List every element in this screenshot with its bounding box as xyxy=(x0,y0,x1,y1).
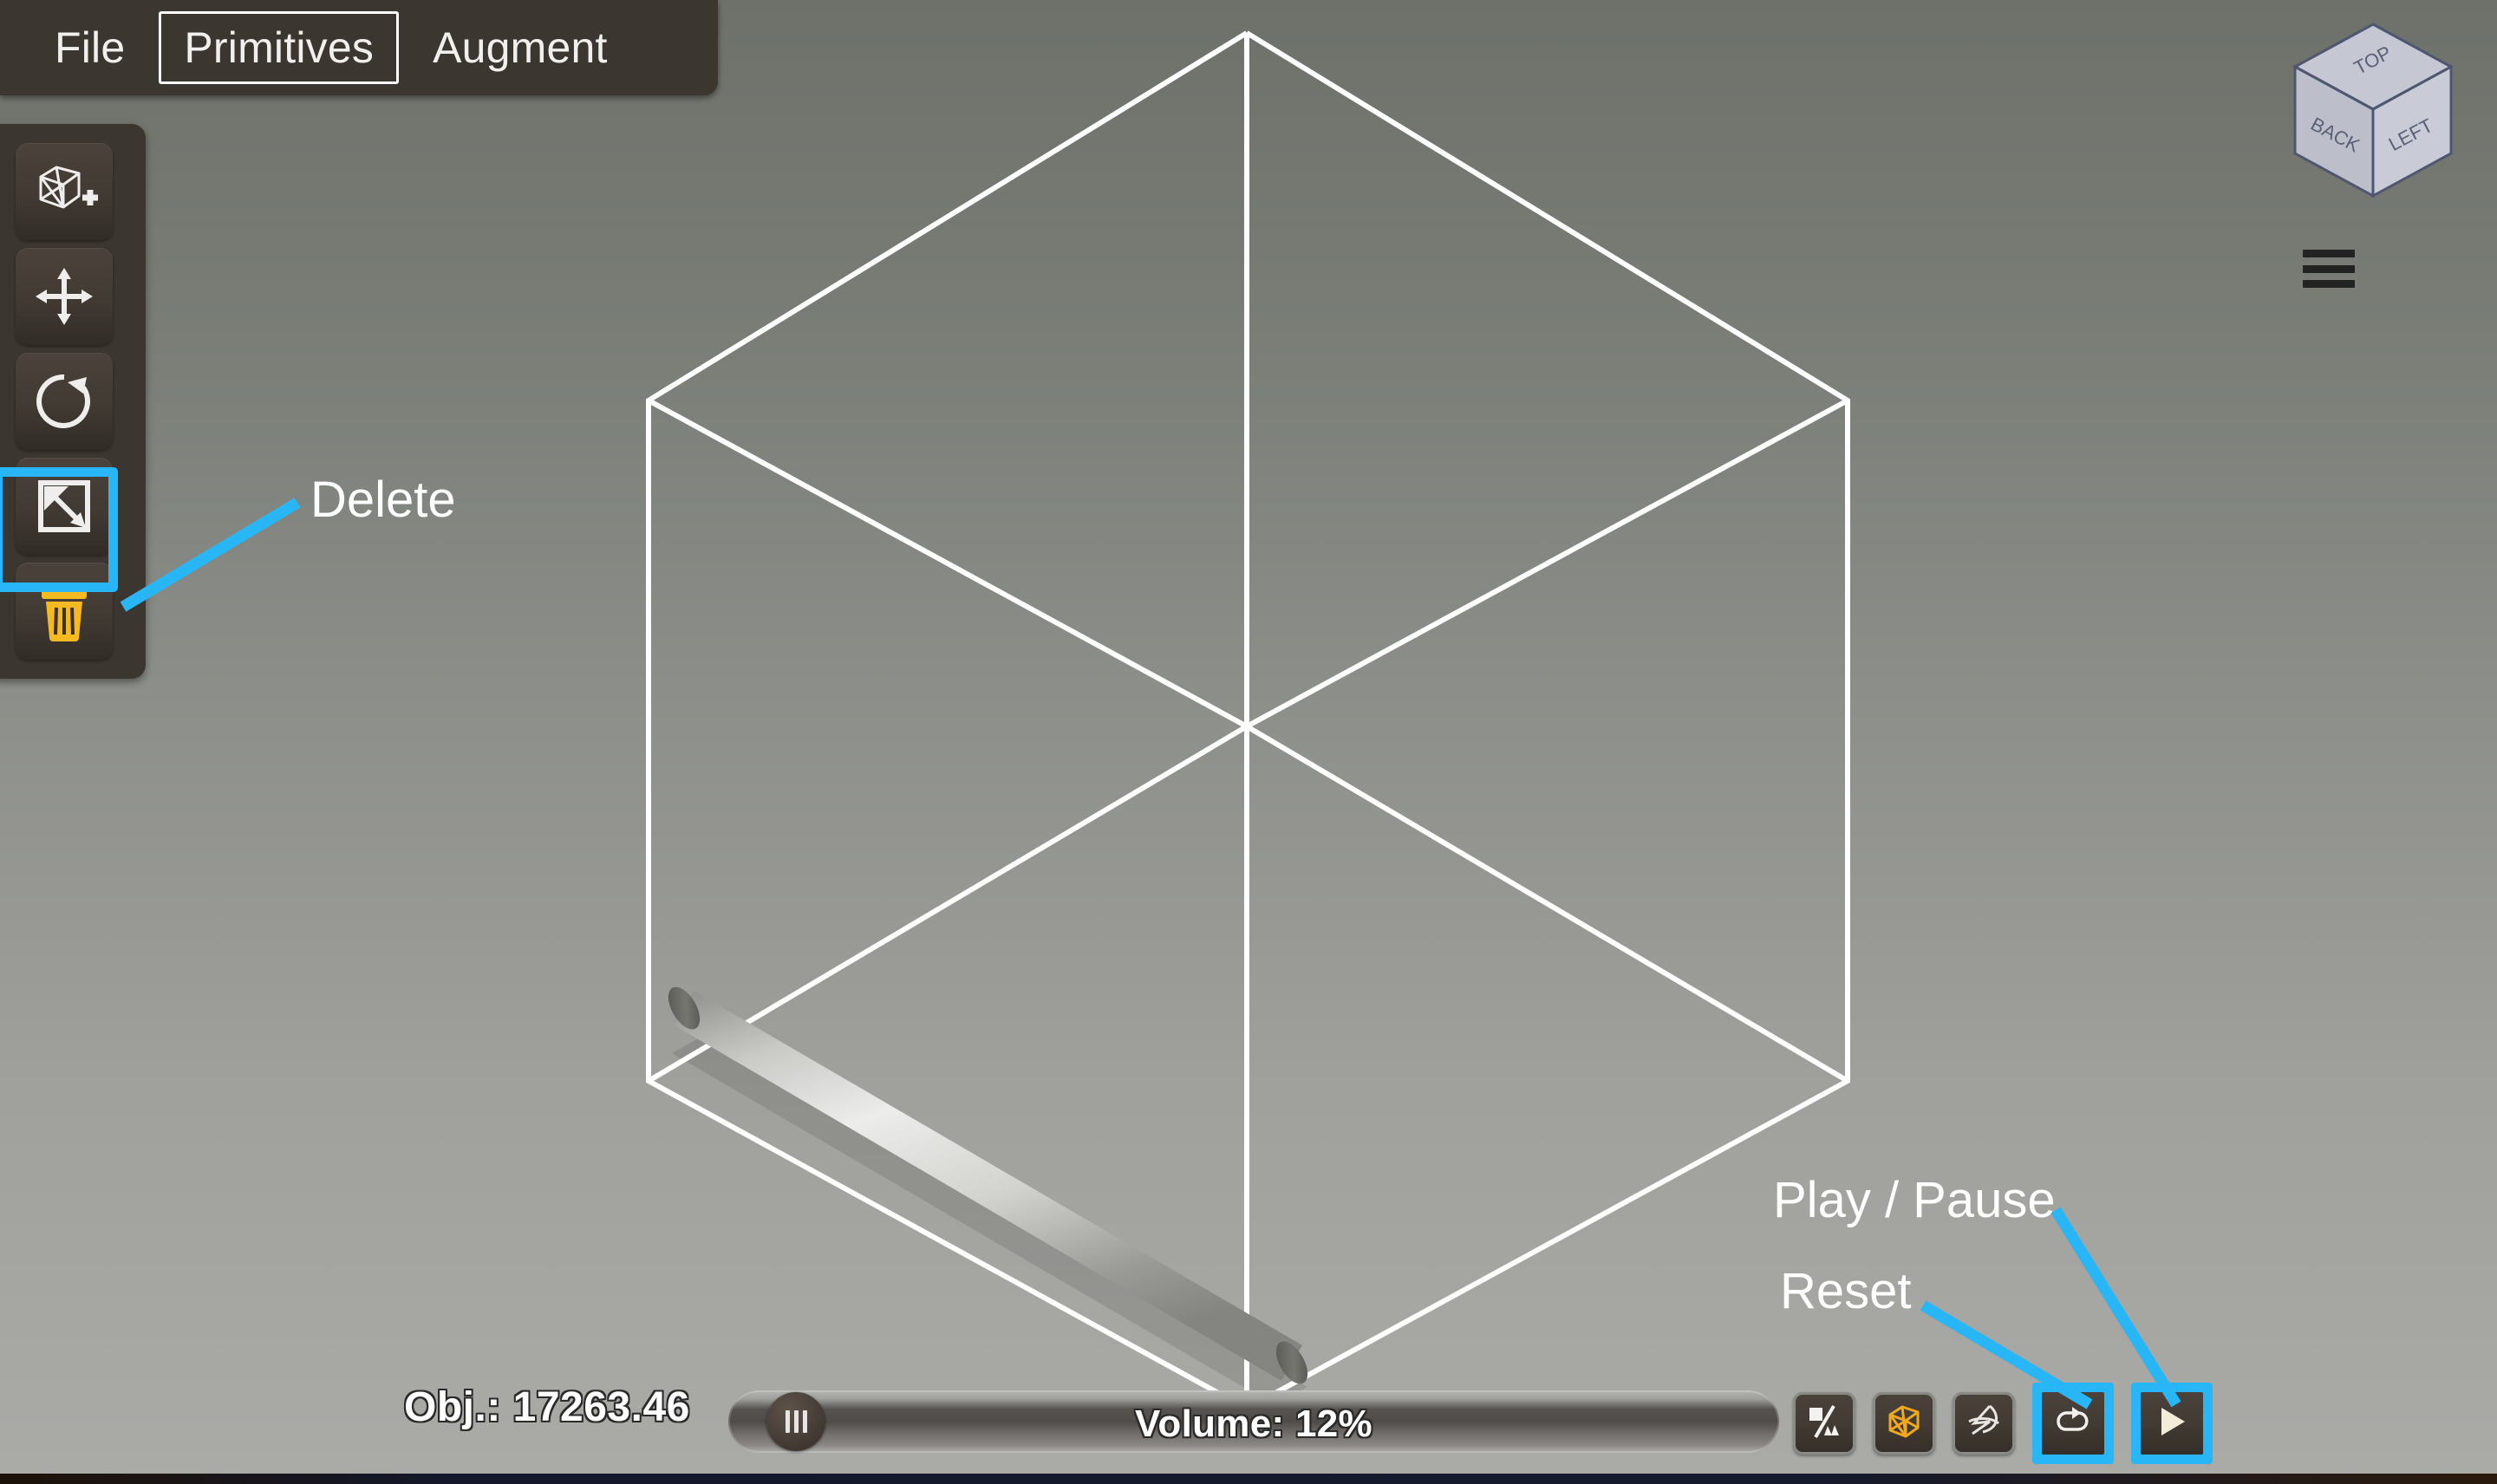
rotate-tool-button[interactable] xyxy=(16,353,113,450)
add-primitive-button[interactable] xyxy=(16,143,113,240)
shape-toggle-button[interactable] xyxy=(1793,1392,1855,1455)
add-cube-icon xyxy=(30,161,98,222)
wireframe-cube-button[interactable] xyxy=(1873,1392,1935,1455)
scale-icon xyxy=(34,476,95,537)
shape-toggle-wrap xyxy=(1793,1392,1855,1455)
desktop-background-strip xyxy=(0,1474,2497,1484)
hamburger-line xyxy=(2303,250,2355,257)
objective-label: Obj.: 17263.46 xyxy=(404,1384,690,1430)
view-cube[interactable]: TOP BACK LEFT xyxy=(2273,12,2473,212)
square-slash-triangle-icon xyxy=(1805,1403,1843,1445)
scale-tool-button[interactable] xyxy=(16,458,113,555)
play-pause-highlight-wrap xyxy=(2131,1383,2213,1464)
knob-grip-line xyxy=(802,1410,807,1433)
trash-icon xyxy=(36,581,92,641)
delete-annotation-label: Delete xyxy=(310,472,456,528)
wireframe-cube-wrap xyxy=(1873,1392,1935,1455)
reset-highlight-wrap xyxy=(2032,1383,2114,1464)
play-pause-button[interactable] xyxy=(2141,1392,2203,1455)
menu-item-augment[interactable]: Augment xyxy=(407,11,633,84)
spline-icon xyxy=(1964,1403,2004,1445)
reset-annotation-label: Reset xyxy=(1780,1263,1912,1319)
volume-slider[interactable]: Volume: 12% xyxy=(728,1390,1779,1453)
reset-button[interactable] xyxy=(2042,1392,2104,1455)
move-icon xyxy=(32,264,96,329)
knob-grip-line xyxy=(785,1410,790,1433)
wireframe-cube-icon xyxy=(1883,1403,1925,1445)
application-window: File Primitives Augment TOP BACK LEFT Ob… xyxy=(0,0,2497,1475)
hamburger-line xyxy=(2303,280,2355,288)
spline-wrap xyxy=(1953,1392,2015,1455)
hamburger-menu-icon[interactable] xyxy=(2303,250,2355,288)
spline-button[interactable] xyxy=(1953,1392,2015,1455)
delete-tool-button[interactable] xyxy=(16,563,113,660)
3d-viewport[interactable] xyxy=(0,0,2497,1475)
play-triangle-icon xyxy=(2155,1403,2189,1444)
wireframe-bounding-box xyxy=(646,30,1850,1412)
volume-slider-label: Volume: 12% xyxy=(1135,1403,1372,1445)
knob-grip-line xyxy=(793,1410,799,1433)
menu-item-file[interactable]: File xyxy=(29,11,150,84)
play-pause-annotation-label: Play / Pause xyxy=(1773,1172,2056,1228)
menu-bar: File Primitives Augment xyxy=(0,0,718,95)
tool-panel xyxy=(0,124,146,679)
hamburger-line xyxy=(2303,264,2355,273)
rotate-icon xyxy=(33,370,95,433)
loop-arrow-icon xyxy=(2052,1406,2094,1442)
menu-item-primitives[interactable]: Primitives xyxy=(159,11,400,84)
cylinder-rod[interactable] xyxy=(662,982,1314,1390)
volume-slider-knob[interactable] xyxy=(766,1392,825,1451)
move-tool-button[interactable] xyxy=(16,248,113,345)
rod-shadow xyxy=(672,1032,1307,1404)
viewport-canvas xyxy=(646,30,1850,1412)
bottom-bar: Obj.: 17263.46 Volume: 12% xyxy=(0,1375,2497,1475)
bottom-tool-group xyxy=(1793,1383,2213,1464)
